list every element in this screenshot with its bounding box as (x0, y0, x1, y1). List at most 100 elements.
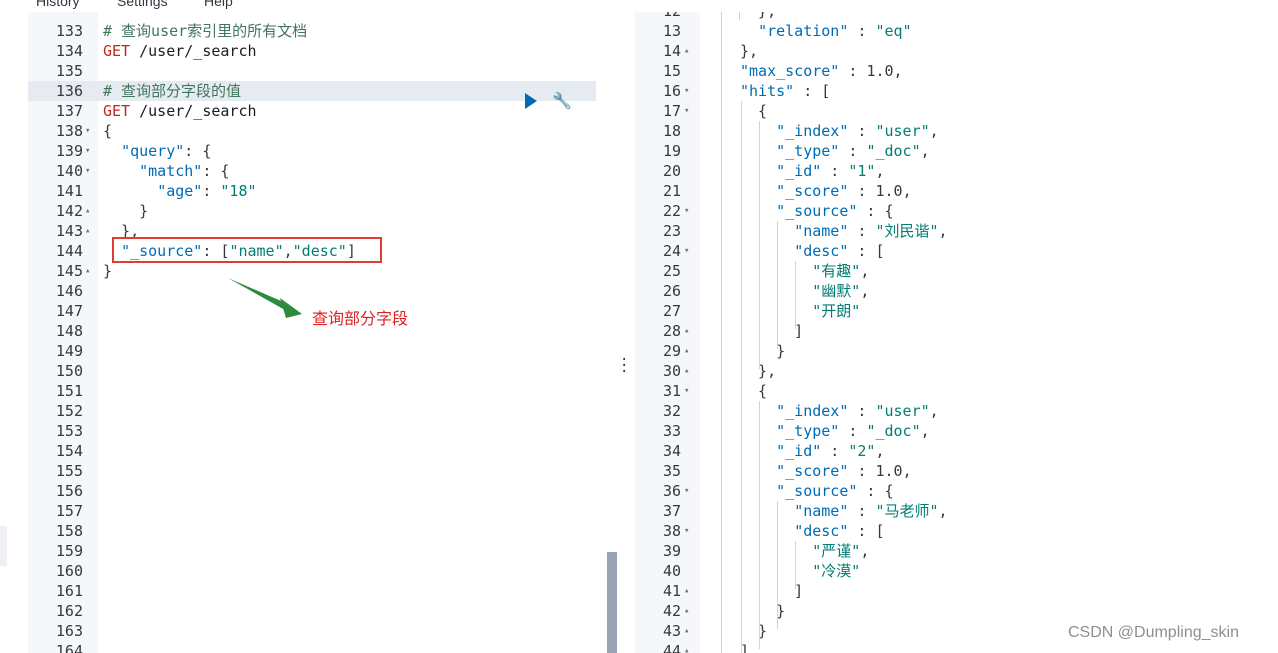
code-text: "relation" : "eq" (740, 21, 912, 41)
line-number: 22 (662, 202, 681, 220)
code-token: , (860, 282, 870, 300)
fold-open-icon[interactable]: ▾ (684, 241, 689, 261)
menu-help[interactable]: Help (204, 0, 233, 9)
code-text: # 查询user索引里的所有文档 (103, 21, 307, 41)
side-tab-marker[interactable] (0, 526, 7, 566)
line-number: 154 (55, 442, 83, 460)
fold-open-icon[interactable]: ▾ (684, 101, 689, 121)
code-token: } (103, 202, 149, 220)
code-token: "match" (139, 162, 203, 180)
wrench-icon[interactable]: 🔧 (552, 91, 572, 110)
line-number: 28 (662, 322, 681, 340)
line-number: 36 (662, 482, 681, 500)
editor-line: 164 (28, 641, 618, 653)
code-text: { (740, 101, 767, 121)
fold-close-icon[interactable]: ▴ (684, 641, 689, 653)
highlight-box (112, 237, 382, 263)
line-number: 155 (55, 462, 83, 480)
fold-close-icon[interactable]: ▴ (684, 41, 689, 61)
fold-close-icon[interactable]: ▴ (684, 621, 689, 641)
code-token: }, (740, 12, 776, 20)
code-token: "1" (848, 162, 876, 180)
line-number: 164 (55, 642, 83, 653)
code-token: "desc" (794, 522, 849, 540)
line-number: 135 (55, 62, 83, 80)
line-number: 150 (55, 362, 83, 380)
line-number: 162 (55, 602, 83, 620)
menu-settings[interactable]: Settings (117, 0, 168, 9)
line-number: 30 (662, 362, 681, 380)
output-line: 13 "relation" : "eq" (635, 21, 1278, 41)
code-token: ] (740, 582, 804, 600)
output-line: 21 "_score" : 1.0, (635, 181, 1278, 201)
code-token: , (920, 422, 930, 440)
code-token: : [ (794, 82, 831, 100)
fold-open-icon[interactable]: ▾ (684, 521, 689, 541)
code-token: : (848, 502, 876, 520)
code-token: "max_score" (740, 62, 840, 80)
fold-close-icon[interactable]: ▴ (684, 341, 689, 361)
editor-scrollbar[interactable] (607, 552, 617, 653)
fold-open-icon[interactable]: ▾ (684, 81, 689, 101)
line-number: 134 (55, 42, 83, 60)
code-token: }, (740, 42, 759, 60)
code-token: , (875, 442, 885, 460)
editor-line: 163 (28, 621, 618, 641)
code-token: "_doc" (866, 422, 921, 440)
resizer-handle-icon[interactable]: · · · (620, 353, 628, 379)
line-number: 19 (662, 142, 681, 160)
code-token: ] (740, 322, 804, 340)
editor-line: 146 (28, 281, 618, 301)
line-number: 37 (662, 502, 681, 520)
code-token: : (848, 22, 876, 40)
fold-open-icon[interactable]: ▾ (85, 141, 90, 161)
output-line: 15 "max_score" : 1.0, (635, 61, 1278, 81)
fold-close-icon[interactable]: ▴ (684, 581, 689, 601)
line-number: 163 (55, 622, 83, 640)
play-icon[interactable] (525, 92, 537, 109)
code-token: "name" (794, 222, 849, 240)
editor-line: 157 (28, 501, 618, 521)
pane-resizer[interactable] (618, 12, 636, 653)
line-number: 13 (662, 22, 681, 40)
code-token: : (848, 182, 876, 200)
code-text: "_id" : "2", (740, 441, 885, 461)
code-token: "_source" (776, 202, 858, 220)
output-line: 44 ▴] (635, 641, 1278, 653)
code-text: "max_score" : 1.0, (740, 61, 903, 81)
menu-history[interactable]: History (36, 0, 80, 9)
code-text: } (103, 261, 112, 281)
fold-open-icon[interactable]: ▾ (684, 481, 689, 501)
editor-line: 151 (28, 381, 618, 401)
code-token: "马老师" (875, 502, 939, 520)
code-token: "_id" (776, 442, 822, 460)
indent-guide (759, 121, 760, 369)
fold-open-icon[interactable]: ▾ (684, 381, 689, 401)
fold-close-icon[interactable]: ▴ (684, 601, 689, 621)
fold-open-icon[interactable]: ▾ (684, 201, 689, 221)
fold-close-icon[interactable]: ▴ (85, 201, 90, 221)
fold-open-icon[interactable]: ▾ (85, 161, 90, 181)
line-number: 24 (662, 242, 681, 260)
line-number: 136 (55, 82, 83, 100)
code-token: , (902, 182, 912, 200)
fold-close-icon[interactable]: ▴ (684, 361, 689, 381)
fold-close-icon[interactable]: ▴ (85, 221, 90, 241)
output-line: 30 ▴ }, (635, 361, 1278, 381)
editor-line: 152 (28, 401, 618, 421)
code-token: : [ (848, 522, 885, 540)
editor-line: 150 (28, 361, 618, 381)
code-token: , (929, 122, 939, 140)
fold-open-icon[interactable]: ▾ (85, 121, 90, 141)
output-line: 12 }, (635, 12, 1278, 21)
fold-close-icon[interactable]: ▴ (85, 261, 90, 281)
code-text: ] (740, 581, 803, 601)
fold-close-icon[interactable]: ▴ (684, 321, 689, 341)
line-number: 23 (662, 222, 681, 240)
code-token: : (202, 182, 221, 200)
output-line: 34 "_id" : "2", (635, 441, 1278, 461)
code-token: "_score" (776, 462, 849, 480)
output-line: 32 "_index" : "user", (635, 401, 1278, 421)
